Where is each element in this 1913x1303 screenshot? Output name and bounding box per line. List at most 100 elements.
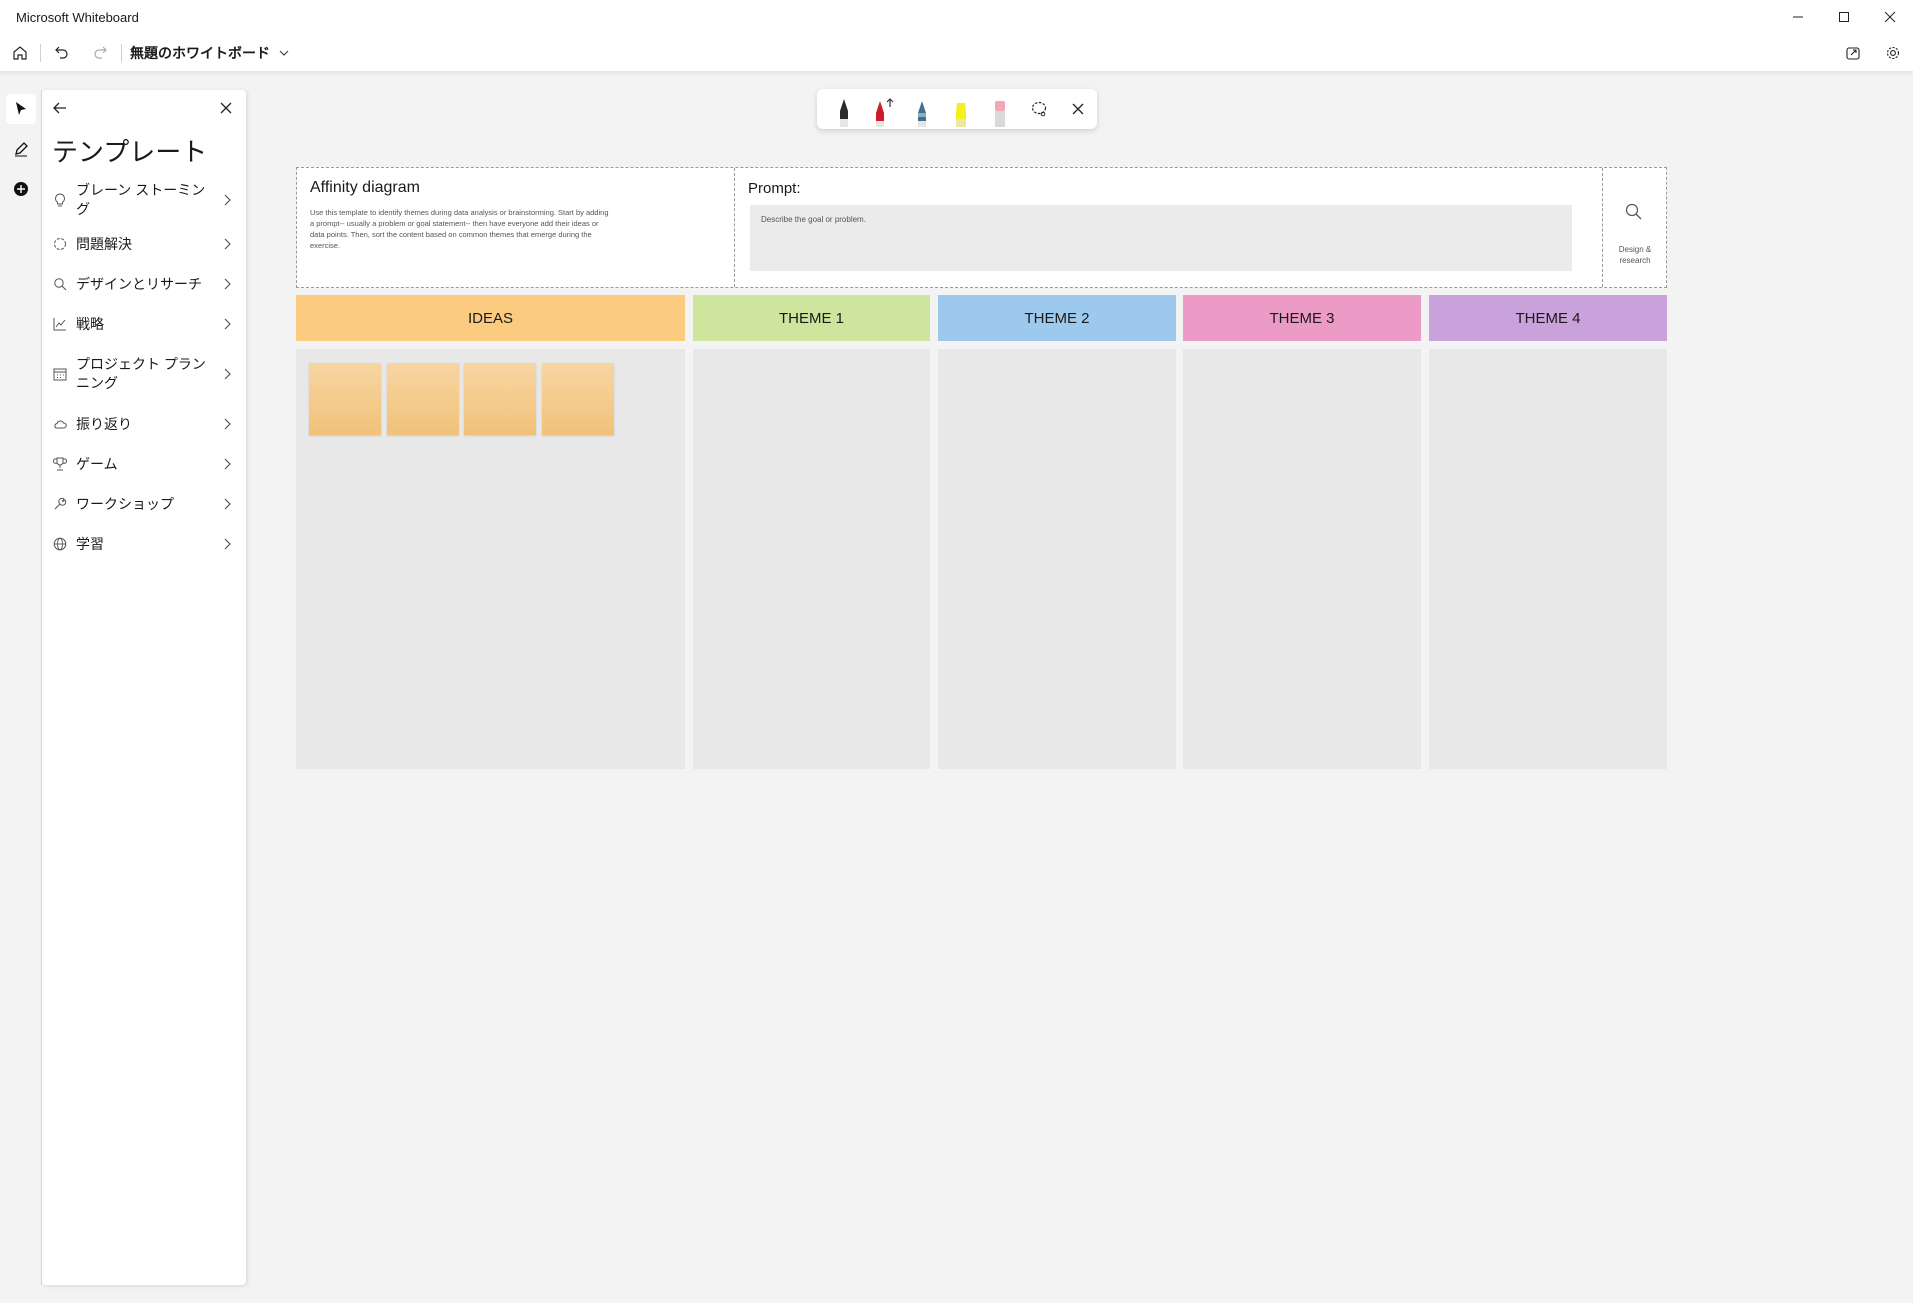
redo-icon — [94, 46, 107, 59]
prompt-label: Prompt: — [748, 180, 801, 197]
panel-close-button[interactable] — [216, 98, 236, 118]
category-retrospective[interactable]: 振り返り — [42, 404, 246, 444]
redo-button[interactable] — [81, 34, 121, 72]
chevron-right-icon — [224, 418, 231, 430]
select-tool-button[interactable] — [6, 94, 36, 124]
category-brainstorming[interactable]: ブレーン ストーミング — [42, 176, 246, 224]
cloud-sun-icon — [52, 416, 68, 432]
pen-tray — [817, 89, 1097, 129]
pointer-icon — [16, 102, 26, 115]
affinity-header[interactable]: Affinity diagram Use this template to id… — [296, 167, 1667, 288]
share-icon — [1846, 47, 1860, 60]
panel-header — [42, 90, 246, 126]
category-workshop[interactable]: ワークショップ — [42, 484, 246, 524]
share-button[interactable] — [1833, 34, 1873, 72]
category-label: ワークショップ — [76, 495, 174, 512]
pen-galaxy-icon — [918, 101, 927, 127]
prompt-placeholder: Describe the goal or problem. — [761, 215, 866, 224]
board-name-dropdown[interactable]: 無題のホワイトボード — [130, 43, 290, 63]
ink-tool-button[interactable] — [6, 134, 36, 164]
highlighter-yellow-icon — [956, 103, 966, 127]
category-label: 戦略 — [76, 315, 104, 332]
category-label: 振り返り — [76, 415, 132, 432]
add-button[interactable] — [6, 174, 36, 204]
lasso-select-button[interactable] — [1019, 89, 1058, 129]
plus-circle-icon — [14, 182, 28, 196]
galaxy-pen[interactable] — [903, 89, 942, 129]
sticky-note[interactable] — [464, 363, 536, 435]
wrench-icon — [52, 496, 68, 512]
lightbulb-icon — [52, 192, 68, 208]
minimize-icon — [1793, 16, 1803, 18]
chevron-right-icon — [224, 458, 231, 470]
column-theme-3[interactable] — [1183, 349, 1421, 769]
chevron-right-icon — [224, 368, 231, 380]
close-pen-tray-button[interactable] — [1058, 89, 1097, 129]
category-games[interactable]: ゲーム — [42, 444, 246, 484]
search-icon — [52, 276, 68, 292]
sticky-note[interactable] — [309, 363, 381, 435]
category-label: ブレーン ストーミング — [76, 182, 206, 217]
pen-black-icon — [840, 99, 849, 127]
chevron-right-icon — [224, 498, 231, 510]
template-description: Use this template to identify themes dur… — [310, 208, 609, 250]
home-button[interactable] — [0, 34, 40, 72]
maximize-icon — [1839, 12, 1849, 22]
chevron-right-icon — [224, 278, 231, 290]
trophy-icon — [52, 456, 68, 472]
chart-line-icon — [52, 316, 68, 332]
category-label: デザインとリサーチ — [76, 275, 202, 292]
chevron-right-icon — [224, 538, 231, 550]
category-design-research[interactable]: デザインとリサーチ — [42, 264, 246, 304]
gear-icon — [1886, 46, 1900, 60]
sticky-note[interactable] — [542, 363, 614, 435]
sticky-note[interactable] — [387, 363, 459, 435]
puzzle-icon — [52, 236, 68, 252]
tool-rail — [6, 90, 36, 208]
eraser-icon — [994, 101, 1005, 127]
black-pen[interactable] — [825, 89, 864, 129]
pen-red-icon — [876, 98, 894, 127]
category-strategy[interactable]: 戦略 — [42, 304, 246, 344]
red-pen[interactable] — [864, 89, 903, 129]
chevron-right-icon — [224, 194, 231, 206]
column-header-ideas[interactable]: IDEAS — [296, 295, 685, 341]
panel-title: テンプレート — [52, 137, 208, 167]
close-icon — [1884, 11, 1896, 23]
close-icon — [220, 102, 232, 114]
category-label: ゲーム — [76, 455, 118, 472]
category-label: プロジェクト プランニング — [76, 356, 206, 391]
home-icon — [13, 45, 27, 60]
category-problem-solving[interactable]: 問題解決 — [42, 224, 246, 264]
settings-button[interactable] — [1873, 34, 1913, 72]
category-label: 問題解決 — [76, 235, 132, 252]
close-window-button[interactable] — [1867, 0, 1913, 34]
column-header-theme-2[interactable]: THEME 2 — [938, 295, 1176, 341]
maximize-button[interactable] — [1821, 0, 1867, 34]
globe-icon — [52, 536, 68, 552]
column-header-theme-1[interactable]: THEME 1 — [693, 295, 930, 341]
search-icon — [1625, 203, 1642, 220]
column-header-theme-4[interactable]: THEME 4 — [1429, 295, 1667, 341]
undo-button[interactable] — [41, 34, 81, 72]
prompt-input[interactable]: Describe the goal or problem. — [750, 205, 1572, 271]
template-title: Affinity diagram — [310, 179, 420, 196]
minimize-button[interactable] — [1775, 0, 1821, 34]
eraser[interactable] — [980, 89, 1019, 129]
category-learning[interactable]: 学習 — [42, 524, 246, 564]
template-category-list: ブレーン ストーミング 問題解決 デザインとリサーチ 戦略 プロジェクト プラン… — [42, 176, 246, 564]
chevron-down-icon — [279, 50, 289, 56]
yellow-highlighter[interactable] — [942, 89, 981, 129]
back-button[interactable] — [50, 98, 70, 118]
templates-panel: テンプレート ブレーン ストーミング 問題解決 デザインとリサーチ 戦略 プロジ… — [42, 90, 246, 1285]
column-theme-1[interactable] — [693, 349, 930, 769]
category-tag: Design & research — [1618, 245, 1652, 265]
lasso-select-icon — [1031, 101, 1046, 117]
category-project-planning[interactable]: プロジェクト プランニング — [42, 344, 246, 404]
column-theme-4[interactable] — [1429, 349, 1667, 769]
chevron-right-icon — [224, 238, 231, 250]
app-title: Microsoft Whiteboard — [16, 9, 139, 25]
title-bar: Microsoft Whiteboard — [0, 0, 1913, 34]
column-header-theme-3[interactable]: THEME 3 — [1183, 295, 1421, 341]
column-theme-2[interactable] — [938, 349, 1176, 769]
